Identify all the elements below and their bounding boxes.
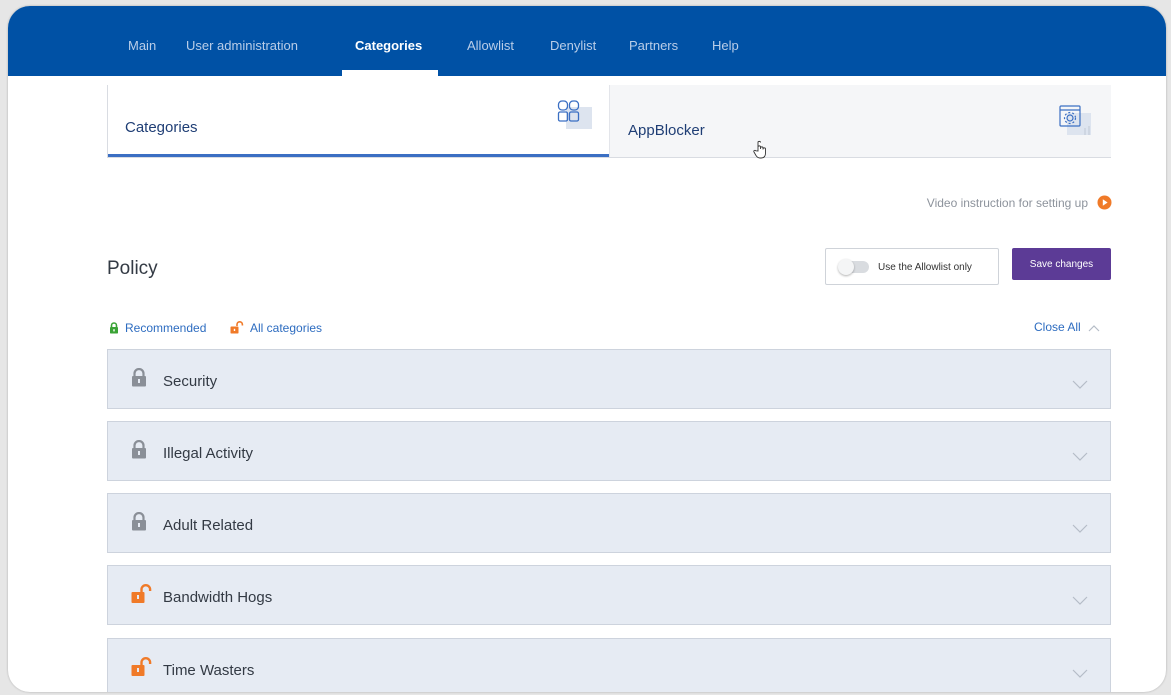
toggle-switch[interactable]: [838, 259, 869, 275]
video-instruction-link[interactable]: Video instruction for setting up: [927, 196, 1088, 210]
product-tab-label: AppBlocker: [628, 122, 705, 139]
category-row-bandwidth-hogs[interactable]: Bandwidth Hogs: [107, 565, 1111, 625]
category-row-time-wasters[interactable]: Time Wasters: [107, 638, 1111, 692]
chevron-down-icon[interactable]: [1072, 376, 1088, 394]
chevron-down-icon[interactable]: [1072, 665, 1088, 683]
nav-tab-categories[interactable]: Categories: [355, 38, 422, 53]
lock-icon: [131, 367, 147, 392]
category-row-illegal-activity[interactable]: Illegal Activity: [107, 421, 1111, 481]
category-name: Adult Related: [163, 517, 254, 534]
hand-cursor-icon: [753, 140, 769, 165]
legend-recommended: Recommended: [109, 320, 206, 335]
close-all-label: Close All: [1034, 320, 1081, 334]
toggle-knob: [838, 259, 854, 275]
nav-tab-partners[interactable]: Partners: [629, 38, 678, 53]
nav-tab-main[interactable]: Main: [128, 38, 156, 53]
category-row-security[interactable]: Security: [107, 349, 1111, 409]
category-name: Bandwidth Hogs: [163, 589, 273, 606]
app-settings-icon: [1057, 104, 1093, 143]
chevron-down-icon[interactable]: [1072, 520, 1088, 538]
nav-tab-help[interactable]: Help: [712, 38, 739, 53]
legend-all-categories-label: All categories: [250, 320, 323, 335]
unlock-icon: [131, 657, 153, 682]
product-tabs: Categories AppBlocker: [107, 85, 1111, 158]
toggle-label: Use the Allowlist only: [878, 262, 972, 273]
app-window: Main User administration Categories Allo…: [8, 6, 1166, 692]
product-tab-categories[interactable]: Categories: [108, 85, 609, 157]
chevron-down-icon[interactable]: [1072, 448, 1088, 466]
category-name: Time Wasters: [163, 662, 255, 679]
unlock-icon: [131, 584, 153, 609]
nav-tab-user-administration[interactable]: User administration: [186, 38, 298, 53]
chevron-up-icon: [1088, 324, 1100, 332]
lock-icon: [131, 439, 147, 464]
play-icon[interactable]: [1097, 195, 1112, 215]
green-lock-icon: [110, 322, 118, 334]
category-name: Security: [163, 373, 218, 390]
allowlist-only-toggle[interactable]: Use the Allowlist only: [825, 248, 999, 285]
nav-tab-allowlist[interactable]: Allowlist: [467, 38, 514, 53]
nav-tab-denylist[interactable]: Denylist: [550, 38, 596, 53]
category-name: Illegal Activity: [163, 445, 254, 462]
category-row-adult-related[interactable]: Adult Related: [107, 493, 1111, 553]
product-tab-label: Categories: [125, 119, 198, 136]
grid-icon: [556, 99, 594, 136]
close-all-button[interactable]: Close All: [1034, 320, 1100, 334]
chevron-down-icon[interactable]: [1072, 592, 1088, 610]
legend-all-categories: All categories: [230, 320, 322, 335]
policy-title: Policy: [107, 258, 158, 279]
legend-recommended-label: Recommended: [125, 320, 207, 335]
top-navigation: Main User administration Categories Allo…: [8, 6, 1166, 76]
active-tab-indicator: [342, 70, 438, 76]
orange-unlock-icon: [230, 321, 244, 334]
save-changes-button[interactable]: Save changes: [1012, 248, 1111, 280]
product-tab-appblocker[interactable]: AppBlocker: [609, 85, 1111, 157]
lock-icon: [131, 511, 147, 536]
